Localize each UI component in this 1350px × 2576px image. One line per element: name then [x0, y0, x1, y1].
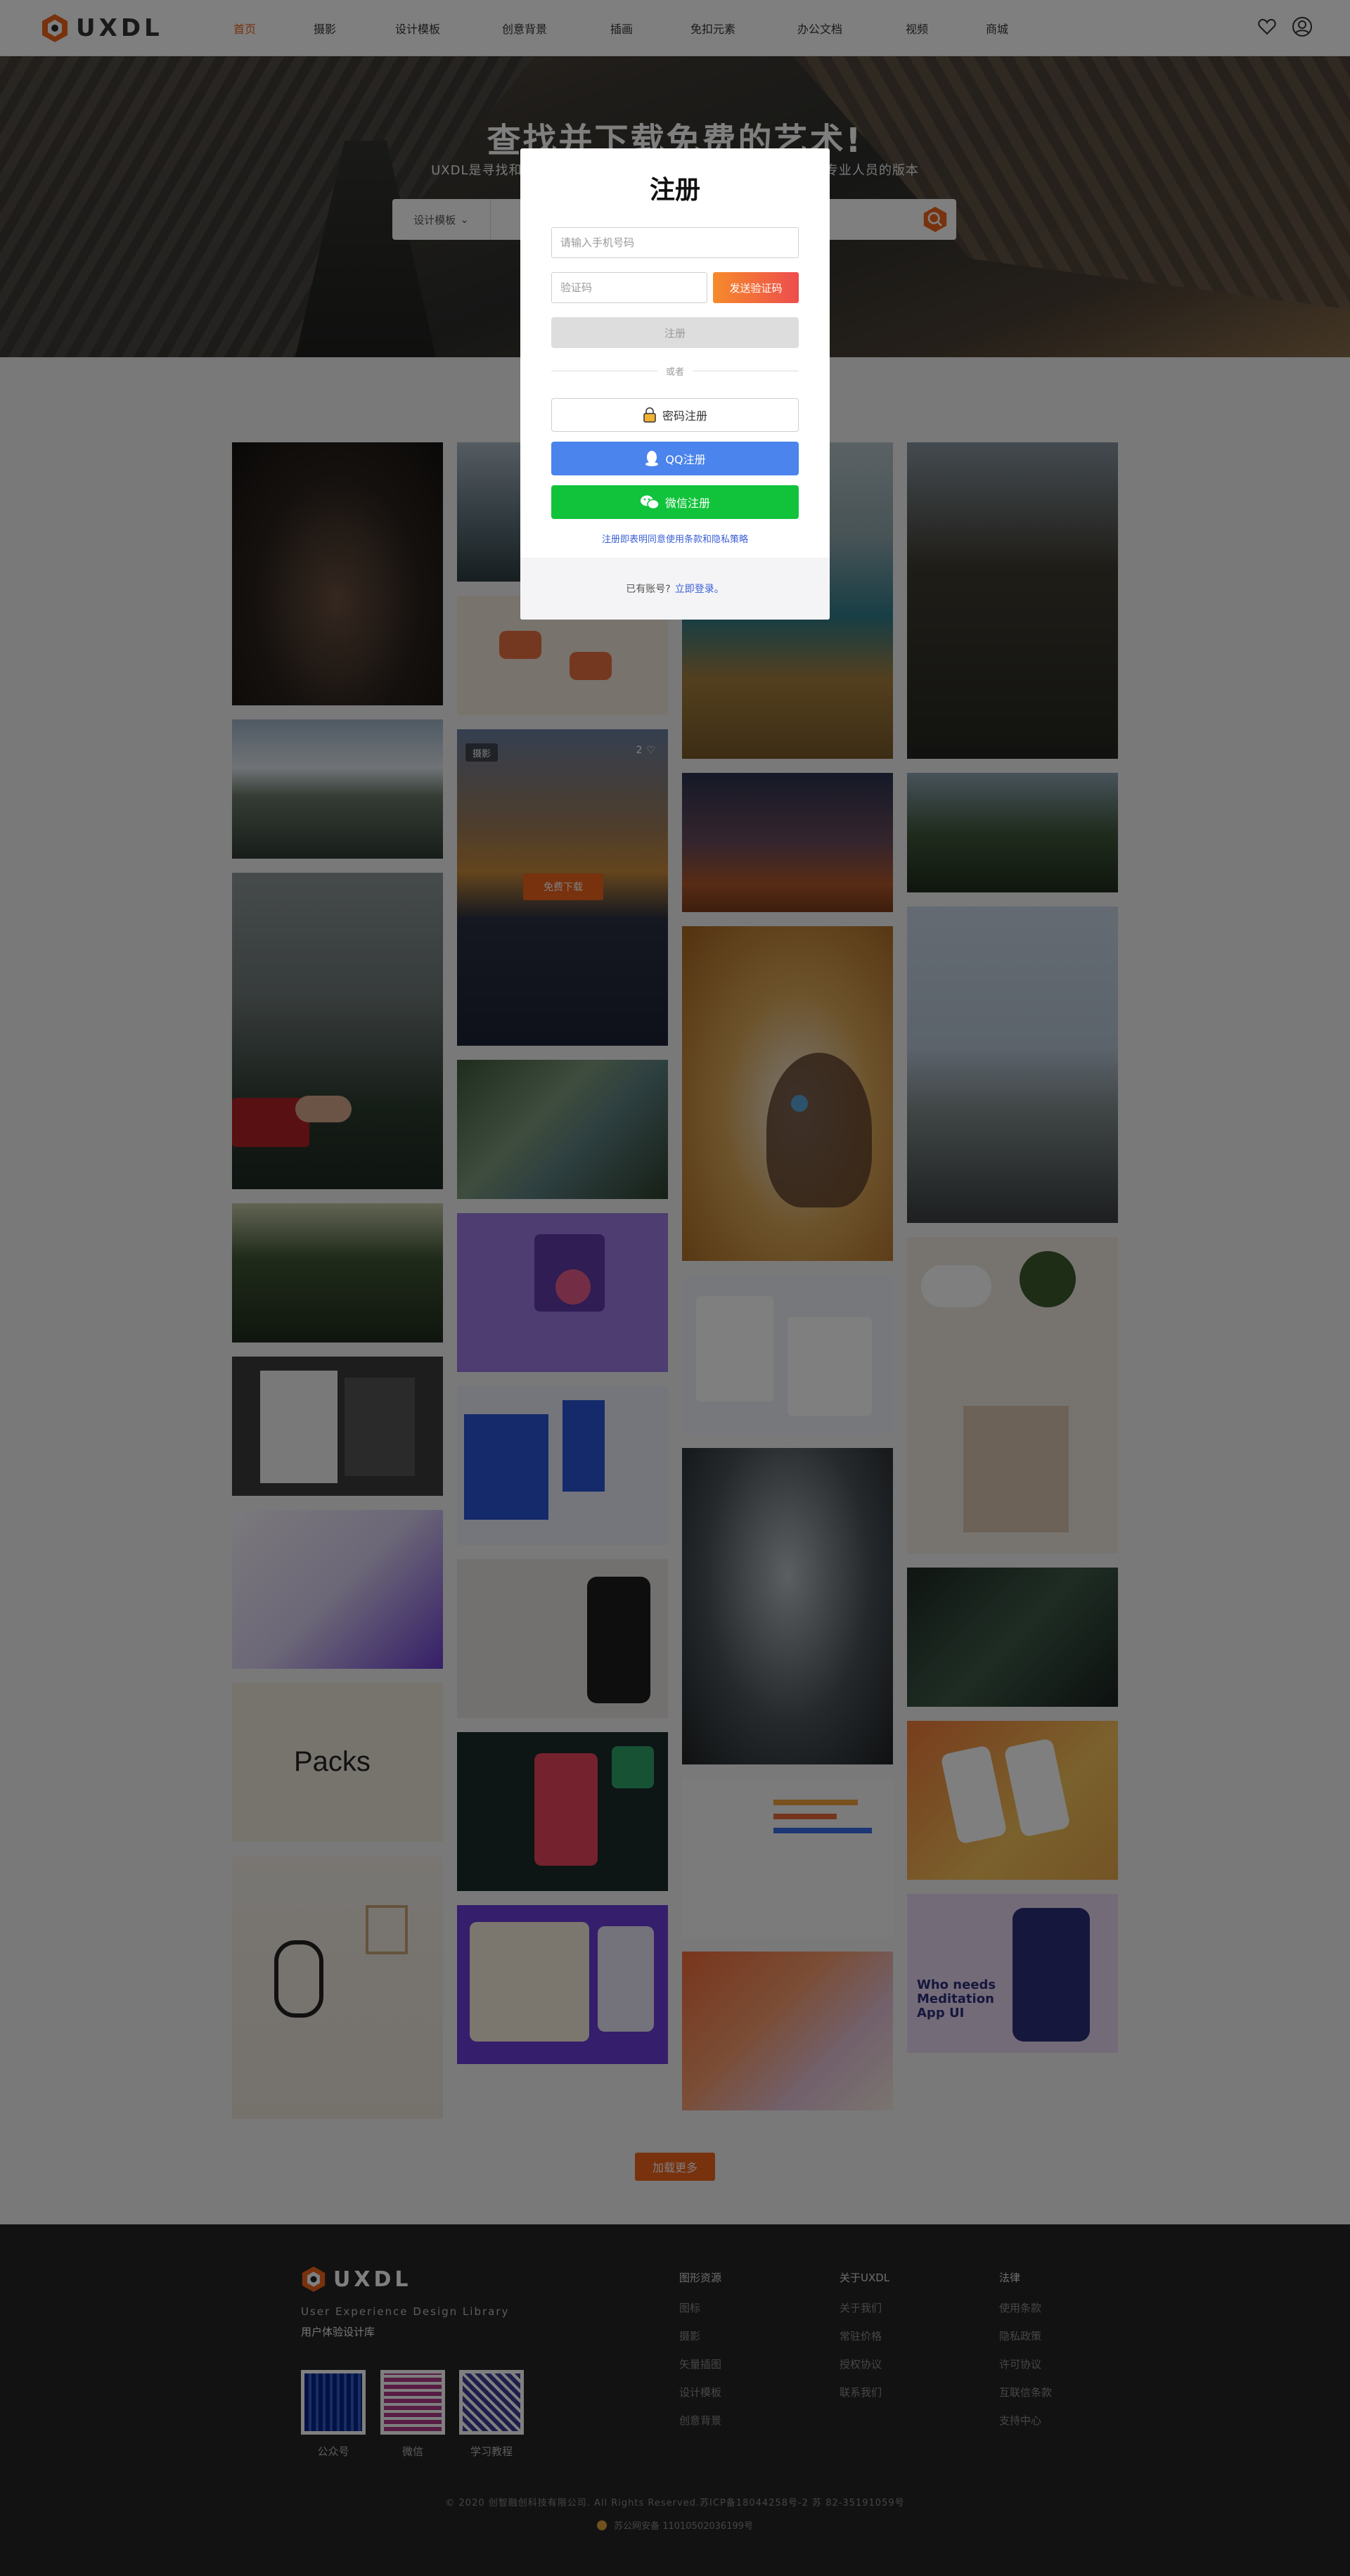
register-modal: 注册 发送验证码 注册 或者 密码注册 QQ注册 微信注册 注册即表明同意使用条…: [520, 148, 830, 620]
register-button[interactable]: 注册: [551, 317, 799, 348]
qq-register-button[interactable]: QQ注册: [551, 442, 799, 475]
password-register-button[interactable]: 密码注册: [551, 398, 799, 432]
password-register-label: 密码注册: [662, 409, 707, 423]
or-label: 或者: [666, 367, 685, 378]
login-prompt: 已有账号? 立即登录。: [520, 558, 830, 620]
modal-title: 注册: [649, 176, 700, 205]
send-code-button[interactable]: 发送验证码: [713, 272, 799, 303]
wechat-register-label: 微信注册: [664, 496, 710, 510]
phone-input[interactable]: [551, 227, 799, 258]
qq-register-label: QQ注册: [665, 453, 706, 466]
wechat-register-button[interactable]: 微信注册: [551, 485, 799, 519]
wechat-icon: [640, 495, 660, 510]
login-now-link[interactable]: 立即登录。: [675, 582, 724, 596]
have-account-text: 已有账号?: [626, 584, 671, 595]
or-divider: 或者: [551, 364, 799, 378]
terms-link[interactable]: 注册即表明同意使用条款和隐私策略: [520, 532, 830, 545]
qq-penguin-icon: [645, 451, 659, 466]
verification-code-input[interactable]: [551, 272, 707, 303]
lock-icon: [643, 407, 656, 423]
